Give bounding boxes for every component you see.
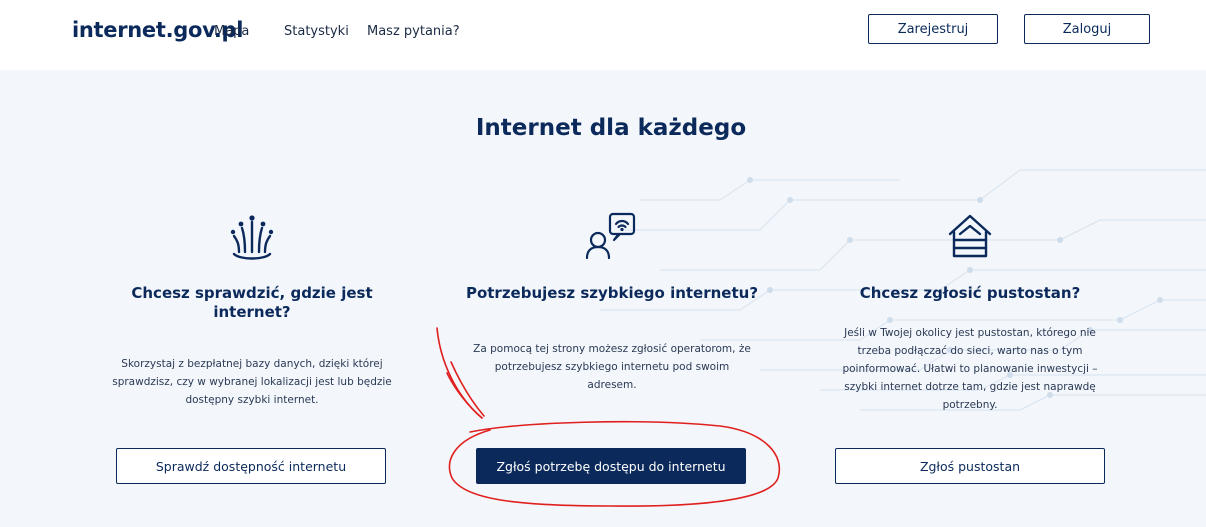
- vacant-property-section: Chcesz zgłosić pustostan? Jeśli w Twojej…: [820, 210, 1120, 414]
- vacant-property-heading: Chcesz zgłosić pustostan?: [859, 284, 1081, 302]
- check-internet-heading: Chcesz sprawdzić, gdzie jest internet?: [131, 284, 373, 321]
- request-internet-desc-line-3: adresem.: [587, 379, 637, 391]
- nav-link-masz-pytania[interactable]: Masz pytania?: [367, 24, 460, 39]
- vacant-property-desc-line-2: trzeba podłączać do sieci, warto nas o t…: [857, 345, 1083, 357]
- request-internet-section: Potrzebujesz szybkiego internetu? Za pom…: [462, 210, 762, 394]
- vacant-property-desc-line-3: poinformować. Ułatwi to planowanie inwes…: [842, 363, 1098, 375]
- user-wifi-request-icon: [585, 212, 636, 260]
- check-internet-desc-line-2: sprawdzisz, czy w wybranej lokalizacji j…: [112, 376, 392, 388]
- report-vacant-property-button[interactable]: Zgłoś pustostan: [835, 448, 1105, 484]
- check-internet-section: Chcesz sprawdzić, gdzie jest internet? S…: [102, 210, 402, 409]
- check-internet-desc-line-3: dostępny szybki internet.: [185, 394, 319, 406]
- nav-link-statystyki[interactable]: Statystyki: [284, 24, 349, 39]
- top-header: internet.gov.pl Mapa Statystyki Masz pyt…: [0, 0, 1206, 70]
- nav-link-mapa[interactable]: Mapa: [214, 24, 249, 39]
- vacant-property-desc-line-5: potrzebny.: [942, 399, 998, 411]
- vacant-property-desc-line-1: Jeśli w Twojej okolicy jest pustostan, k…: [844, 327, 1096, 339]
- request-internet-desc-line-1: Za pomocą tej strony możesz zgłosić oper…: [473, 343, 751, 355]
- fiber-optic-icon: [230, 215, 274, 260]
- register-button[interactable]: Zarejestruj: [868, 14, 998, 44]
- check-internet-desc-line-1: Skorzystaj z bezpłatnej bazy danych, dzi…: [121, 358, 383, 370]
- request-internet-desc-line-2: potrzebujesz szybkiego internetu pod swo…: [494, 361, 730, 373]
- page-title: Internet dla każdego: [475, 115, 747, 141]
- page: internet.gov.pl Mapa Statystyki Masz pyt…: [0, 0, 1206, 527]
- vacant-property-desc-line-4: szybki internet dotrze tam, gdzie jest n…: [844, 381, 1096, 393]
- login-button[interactable]: Zaloguj: [1024, 14, 1150, 44]
- report-internet-need-button[interactable]: Zgłoś potrzebę dostępu do internetu: [476, 448, 746, 484]
- empty-house-icon: [948, 214, 992, 258]
- request-internet-heading: Potrzebujesz szybkiego internetu?: [465, 284, 759, 302]
- check-availability-button[interactable]: Sprawdź dostępność internetu: [116, 448, 386, 484]
